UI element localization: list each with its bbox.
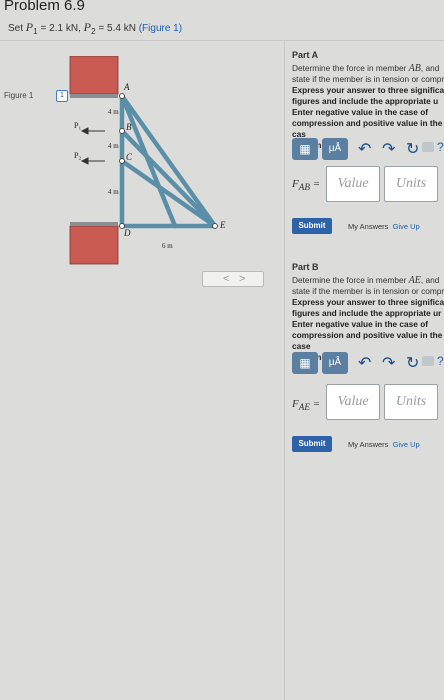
part-b-prompt: Determine the force in member AE, and st… [292,275,444,362]
part-b-value-input[interactable]: Value [326,384,380,420]
p2-symbol: P [83,20,91,34]
joint-label-a: A [123,82,130,92]
header-divider [0,40,444,41]
part-b-links: My Answers Give Up [348,440,420,449]
part-b-units-input[interactable]: Units [384,384,438,420]
part-b-submit-button[interactable]: Submit [292,436,332,452]
problem-title: Problem 6.9 [4,0,85,14]
figure-link[interactable]: (Figure 1) [139,23,182,34]
part-b-redo-icon[interactable]: ↷ [382,353,395,373]
part-a-my-answers-link[interactable]: My Answers [348,222,388,231]
p1-value: = 2.1 kN, [37,23,81,34]
upper-wall-support [69,56,119,98]
part-b-keyboard-icon[interactable] [422,356,434,366]
joint-label-d: D [123,228,131,238]
dimension-label-3: 4 m [108,188,119,196]
given-prefix: Set [8,23,24,34]
load-arrows [80,127,105,165]
part-b-undo-icon[interactable]: ↶ [358,353,371,373]
panel-divider [284,40,285,700]
part-a-answer-label: FAB = [292,178,321,193]
part-b-give-up-link[interactable]: Give Up [393,440,420,449]
part-b-template-button[interactable]: ▦ [292,352,318,374]
figure-pager: < > [202,271,264,287]
load-label-p1: P₁ [74,121,81,130]
part-b-title: Part B [292,262,319,272]
part-a-units-input[interactable]: Units [384,166,438,202]
p2-value: = 5.4 kN [95,23,136,34]
part-b-help-icon[interactable]: ? [437,354,444,368]
dimension-label-vertical: 6 m [162,242,173,250]
part-a-redo-icon[interactable]: ↷ [382,139,395,159]
truss-figure: E A B C D P₁ P₂ 4 m 4 m 4 m 6 m [69,56,226,265]
part-b-answer-label: FAE = [292,398,321,413]
part-a-units-button[interactable]: μÅ [322,138,348,160]
dimension-label-1: 4 m [108,108,119,116]
load-label-p2: P₂ [74,151,81,160]
part-a-title: Part A [292,50,319,60]
figure-prev-button[interactable]: < [223,272,229,286]
figure-next-button[interactable]: > [239,272,245,286]
part-b-reset-icon[interactable]: ↻ [406,353,419,373]
dimension-label-2: 4 m [108,142,119,150]
joint-label-e: E [219,220,226,230]
lower-wall-support [69,222,119,265]
given-values: Set P1 = 2.1 kN, P2 = 5.4 kN (Figure 1) [8,20,182,36]
figure-label: Figure 1 [4,91,34,100]
joint-label-b: B [126,122,132,132]
part-a-give-up-link[interactable]: Give Up [393,222,420,231]
truss-members [119,93,218,229]
part-a-submit-button[interactable]: Submit [292,218,332,234]
part-b-my-answers-link[interactable]: My Answers [348,440,388,449]
part-a-keyboard-icon[interactable] [422,142,434,152]
part-a-value-input[interactable]: Value [326,166,380,202]
part-a-reset-icon[interactable]: ↻ [406,139,419,159]
part-a-template-button[interactable]: ▦ [292,138,318,160]
part-a-undo-icon[interactable]: ↶ [358,139,371,159]
part-a-links: My Answers Give Up [348,222,420,231]
joint-label-c: C [126,152,133,162]
part-a-help-icon[interactable]: ? [437,140,444,154]
part-b-units-button[interactable]: μÅ [322,352,348,374]
